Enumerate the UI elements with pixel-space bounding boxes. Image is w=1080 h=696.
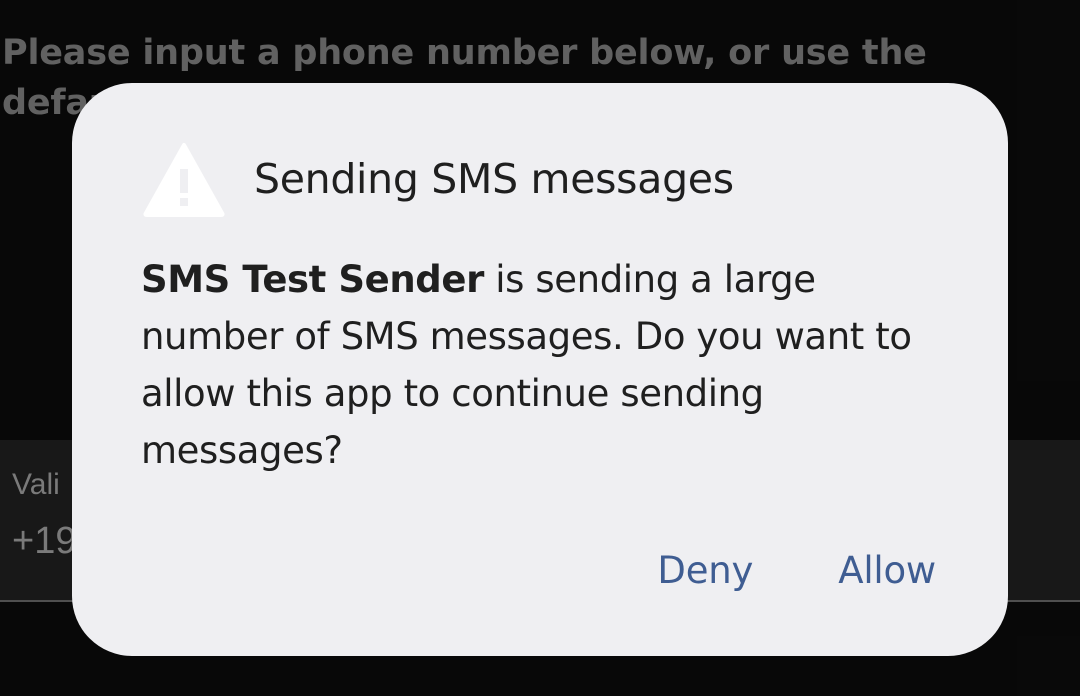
dialog-actions: Deny Allow [657,549,936,592]
deny-button[interactable]: Deny [657,549,753,592]
sms-permission-dialog: Sending SMS messages SMS Test Sender is … [72,83,1008,656]
dialog-title: Sending SMS messages [254,155,734,203]
dialog-message: SMS Test Sender is sending a large numbe… [141,251,961,479]
warning-triangle-icon [143,143,225,217]
dialog-header: Sending SMS messages [142,141,734,217]
dialog-app-name: SMS Test Sender [141,258,484,301]
allow-button[interactable]: Allow [838,549,936,592]
